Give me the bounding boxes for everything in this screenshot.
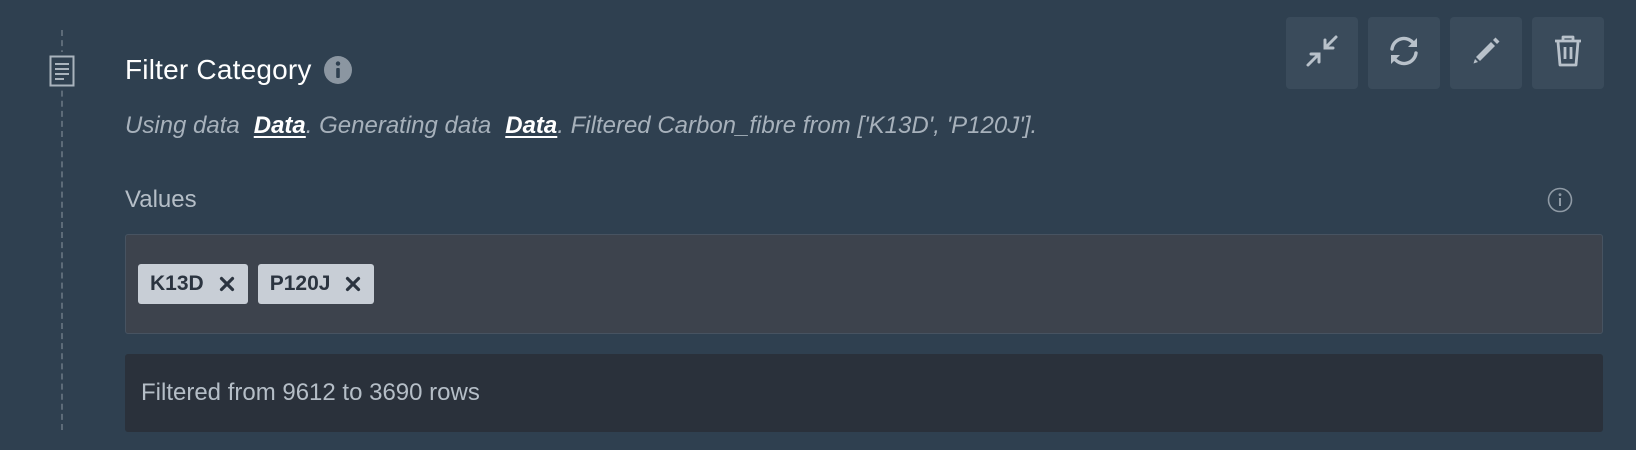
description-text: Using data <box>125 112 240 139</box>
output-data-link[interactable]: Data <box>505 112 557 139</box>
collapse-icon <box>1304 33 1340 74</box>
refresh-icon <box>1386 33 1422 74</box>
result-text: Filtered from 9612 to 3690 rows <box>141 379 480 406</box>
pencil-icon <box>1469 34 1503 73</box>
remove-tag-icon[interactable] <box>218 275 236 293</box>
trash-icon <box>1551 33 1585 74</box>
delete-button[interactable] <box>1532 17 1604 89</box>
refresh-button[interactable] <box>1368 17 1440 89</box>
remove-tag-icon[interactable] <box>344 275 362 293</box>
values-label: Values <box>125 186 197 213</box>
timeline-rail <box>61 30 63 430</box>
values-info-icon[interactable] <box>1547 187 1573 213</box>
filter-result-message: Filtered from 9612 to 3690 rows <box>125 354 1603 432</box>
collapse-button[interactable] <box>1286 17 1358 89</box>
step-header: Filter Category <box>125 50 354 90</box>
value-tag: P120J <box>257 264 375 304</box>
step-panel: Filter Category Using data Data. Generat… <box>0 0 1636 450</box>
document-icon <box>47 52 77 90</box>
edit-button[interactable] <box>1450 17 1522 89</box>
info-icon[interactable] <box>322 54 354 86</box>
tag-label: K13D <box>150 272 204 295</box>
step-toolbar <box>1286 17 1604 89</box>
values-multiselect[interactable]: K13D P120J <box>125 234 1603 334</box>
tag-label: P120J <box>269 272 331 295</box>
description-text: . Generating data <box>305 112 492 139</box>
description-text: . Filtered Carbon_fibre from ['K13D', 'P… <box>557 112 1038 139</box>
step-title: Filter Category <box>125 54 312 85</box>
value-tag: K13D <box>138 264 248 304</box>
step-description: Using data Data. Generating data Data. Fil… <box>125 112 1037 140</box>
input-data-link[interactable]: Data <box>254 112 306 139</box>
